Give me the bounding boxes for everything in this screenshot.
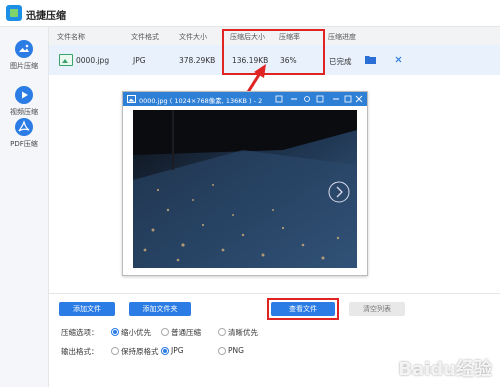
radio-normal[interactable]: [161, 328, 169, 336]
radio-label: PNG: [228, 346, 244, 355]
radio-label: 清晰优先: [228, 328, 258, 337]
folder-icon[interactable]: [365, 55, 376, 64]
preview-title-bar: 0000.jpg ( 1024×768像素, 136KB ) - 2: [123, 92, 367, 106]
radio-label: JPG: [171, 346, 184, 355]
image-icon: [15, 40, 33, 58]
add-file-button[interactable]: 添加文件: [59, 302, 115, 316]
add-folder-button[interactable]: 添加文件夹: [129, 302, 191, 316]
picture-icon: [127, 95, 136, 103]
column-header-format: 文件格式: [131, 33, 159, 41]
sidebar-item-image-compress[interactable]: 图片压缩: [0, 37, 48, 79]
title-bar: 迅捷压缩: [0, 0, 500, 27]
app-title: 迅捷压缩: [26, 11, 66, 22]
pdf-icon: [15, 118, 33, 136]
watermark: Baidu经验: [398, 359, 492, 380]
radio-clarity-priority[interactable]: [218, 328, 226, 336]
sidebar: 图片压缩 视频压缩 PDF压缩: [0, 27, 49, 387]
clear-list-button[interactable]: 清空列表: [349, 302, 405, 316]
radio-size-priority[interactable]: [111, 328, 119, 336]
preview-title: 0000.jpg ( 1024×768像素, 136KB ) - 2: [139, 97, 263, 105]
app-logo-icon: [6, 5, 22, 21]
sidebar-item-label: PDF压缩: [10, 140, 38, 148]
highlight-box: [267, 298, 339, 320]
image-preview-window[interactable]: 0000.jpg ( 1024×768像素, 136KB ) - 2: [122, 91, 368, 276]
radio-label: 普通压缩: [171, 328, 201, 337]
column-header-name: 文件名称: [57, 33, 85, 41]
radio-png[interactable]: [218, 347, 226, 355]
progress-status: 已完成: [329, 57, 352, 66]
radio-keep-format[interactable]: [111, 347, 119, 355]
sidebar-item-label: 图片压缩: [10, 62, 38, 70]
window-controls[interactable]: [275, 95, 363, 103]
radio-jpg[interactable]: [161, 347, 169, 355]
video-icon: [15, 86, 33, 104]
radio-label: 保持原格式: [121, 347, 159, 356]
column-header-size: 文件大小: [179, 33, 207, 41]
image-file-icon: [59, 54, 73, 66]
preview-photo: [133, 110, 357, 268]
output-format-label: 输出格式：: [61, 347, 99, 356]
column-header-progress: 压缩进度: [328, 33, 356, 41]
file-format: JPG: [133, 56, 146, 65]
file-name: 0000.jpg: [76, 56, 110, 65]
compress-options-label: 压缩选项：: [61, 328, 99, 337]
close-icon[interactable]: [395, 56, 402, 63]
sidebar-item-pdf-compress[interactable]: PDF压缩: [0, 115, 48, 157]
radio-label: 缩小优先: [121, 328, 151, 337]
